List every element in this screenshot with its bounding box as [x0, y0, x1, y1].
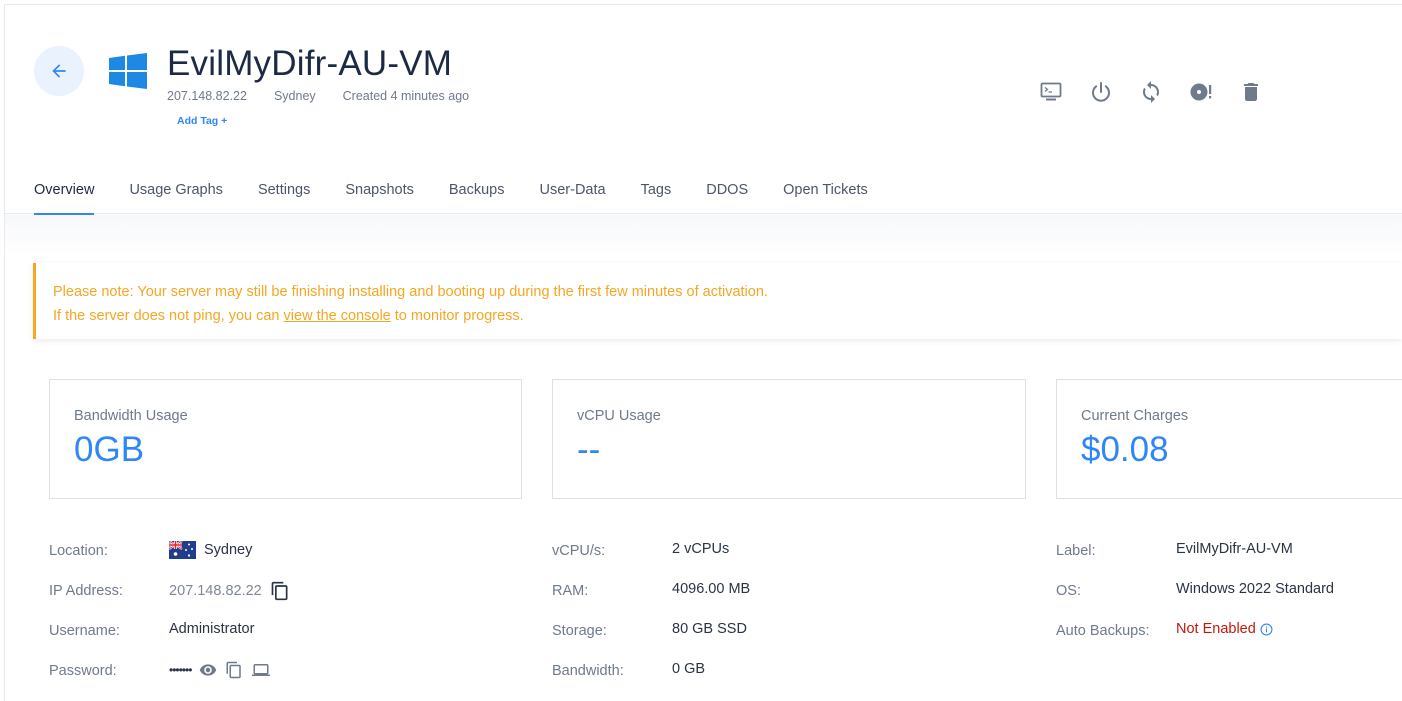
- console-button[interactable]: [1026, 80, 1076, 104]
- card-value: 0GB: [74, 430, 145, 469]
- auto-backups-value-wrap: Not Enabled: [1176, 621, 1273, 637]
- tab-user-data[interactable]: User-Data: [540, 168, 606, 214]
- details-right: Label: EvilMyDifr-AU-VM OS: Windows 2022…: [1056, 541, 1334, 661]
- copy-password-icon[interactable]: [225, 661, 243, 679]
- ip-label: IP Address:: [49, 583, 123, 599]
- server-title: EvilMyDifr-AU-VM: [167, 44, 453, 83]
- bandwidth-label: Bandwidth:: [552, 663, 624, 679]
- password-value: •••••••: [169, 663, 192, 677]
- tab-ddos[interactable]: DDOS: [706, 168, 748, 214]
- location-label: Location:: [49, 543, 108, 559]
- card-label: vCPU Usage: [577, 408, 661, 424]
- power-button[interactable]: [1076, 80, 1126, 104]
- tab-overview[interactable]: Overview: [34, 168, 95, 215]
- notice-text-before: If the server does not ping, you can: [53, 308, 284, 324]
- bandwidth-value-link[interactable]: 0 GB: [672, 661, 705, 677]
- ram-label: RAM:: [552, 583, 589, 599]
- storage-value: 80 GB SSD: [672, 621, 747, 637]
- card-label: Bandwidth Usage: [74, 408, 188, 424]
- card-value: $0.08: [1081, 430, 1169, 469]
- restart-icon: [1143, 81, 1159, 103]
- os-row: OS: Windows 2022 Standard: [1056, 581, 1334, 621]
- power-icon: [1092, 82, 1110, 102]
- location-value: Sydney: [204, 542, 253, 558]
- windows-logo-icon: [109, 53, 147, 89]
- reinstall-icon: [1190, 83, 1212, 101]
- activation-notice: Please note: Your server may still be fi…: [33, 263, 1402, 339]
- show-password-icon[interactable]: [199, 661, 217, 679]
- password-label: Password:: [49, 663, 117, 679]
- label-row: Label: EvilMyDifr-AU-VM: [1056, 541, 1334, 581]
- password-row: Password: •••••••: [49, 661, 290, 701]
- label-value-link[interactable]: EvilMyDifr-AU-VM: [1176, 541, 1293, 557]
- server-actions: [1026, 80, 1276, 104]
- location-value-wrap: Sydney: [169, 541, 252, 559]
- storage-row: Storage: 80 GB SSD: [552, 621, 750, 661]
- ip-value-wrap: 207.148.82.22: [169, 581, 290, 601]
- bandwidth-row: Bandwidth: 0 GB: [552, 661, 750, 701]
- username-value: Administrator: [169, 621, 255, 637]
- info-icon[interactable]: [1260, 623, 1273, 636]
- auto-backups-row: Auto Backups: Not Enabled: [1056, 621, 1334, 661]
- australia-flag-icon: [169, 541, 196, 559]
- back-button[interactable]: [34, 46, 84, 96]
- username-label: Username:: [49, 623, 120, 639]
- ram-value: 4096.00 MB: [672, 581, 751, 597]
- delete-button[interactable]: [1226, 80, 1276, 104]
- username-row: Username: Administrator: [49, 621, 290, 661]
- vcpu-value: 2 vCPUs: [672, 541, 730, 557]
- server-meta: 207.148.82.22 Sydney Created 4 minutes a…: [167, 89, 469, 103]
- details-middle: vCPU/s: 2 vCPUs RAM: 4096.00 MB Storage:…: [552, 541, 750, 701]
- copy-ip-icon[interactable]: [270, 581, 290, 601]
- details-left: Location: Sydney IP Address: 207.148.82.…: [49, 541, 290, 701]
- card-label: Current Charges: [1081, 408, 1189, 424]
- ram-row: RAM: 4096.00 MB: [552, 581, 750, 621]
- notice-text-after: to monitor progress.: [390, 308, 524, 324]
- reinstall-button[interactable]: [1176, 80, 1226, 104]
- password-value-wrap: •••••••: [169, 661, 271, 679]
- console-icon: [1040, 82, 1062, 101]
- notice-line-1: Please note: Your server may still be fi…: [53, 284, 768, 300]
- ip-row: IP Address: 207.148.82.22: [49, 581, 290, 621]
- card-value: --: [577, 430, 601, 469]
- tab-bar: Overview Usage Graphs Settings Snapshots…: [4, 168, 1402, 215]
- os-value: Windows 2022 Standard: [1176, 581, 1334, 597]
- vcpu-row: vCPU/s: 2 vCPUs: [552, 541, 750, 581]
- ip-value: 207.148.82.22: [169, 583, 262, 599]
- tab-snapshots[interactable]: Snapshots: [345, 168, 414, 214]
- trash-icon: [1244, 83, 1258, 101]
- storage-label: Storage:: [552, 623, 607, 639]
- tab-usage-graphs[interactable]: Usage Graphs: [129, 168, 223, 214]
- auto-backups-value: Not Enabled: [1176, 621, 1256, 637]
- bandwidth-usage-card: Bandwidth Usage 0GB: [49, 379, 522, 499]
- restart-button[interactable]: [1126, 80, 1176, 104]
- auto-backups-label: Auto Backups:: [1056, 623, 1150, 639]
- vcpu-usage-card: vCPU Usage --: [552, 379, 1026, 499]
- location-row: Location: Sydney: [49, 541, 290, 581]
- view-console-link[interactable]: view the console: [284, 308, 391, 324]
- server-ip: 207.148.82.22: [167, 89, 247, 103]
- tab-tags[interactable]: Tags: [641, 168, 672, 214]
- arrow-left-icon: [52, 64, 66, 78]
- vcpu-label: vCPU/s:: [552, 543, 606, 559]
- server-location: Sydney: [273, 89, 316, 103]
- current-charges-card: Current Charges $0.08: [1056, 379, 1402, 499]
- tab-open-tickets[interactable]: Open Tickets: [783, 168, 868, 214]
- notice-line-2: If the server does not ping, you can vie…: [53, 304, 1402, 328]
- tab-settings[interactable]: Settings: [258, 168, 310, 214]
- type-password-laptop-icon[interactable]: [251, 661, 271, 679]
- os-label: OS:: [1056, 583, 1081, 599]
- tab-backups[interactable]: Backups: [449, 168, 505, 214]
- add-tag-link[interactable]: Add Tag +: [177, 115, 227, 127]
- label-label: Label:: [1056, 543, 1096, 559]
- server-created: Created 4 minutes ago: [342, 89, 470, 103]
